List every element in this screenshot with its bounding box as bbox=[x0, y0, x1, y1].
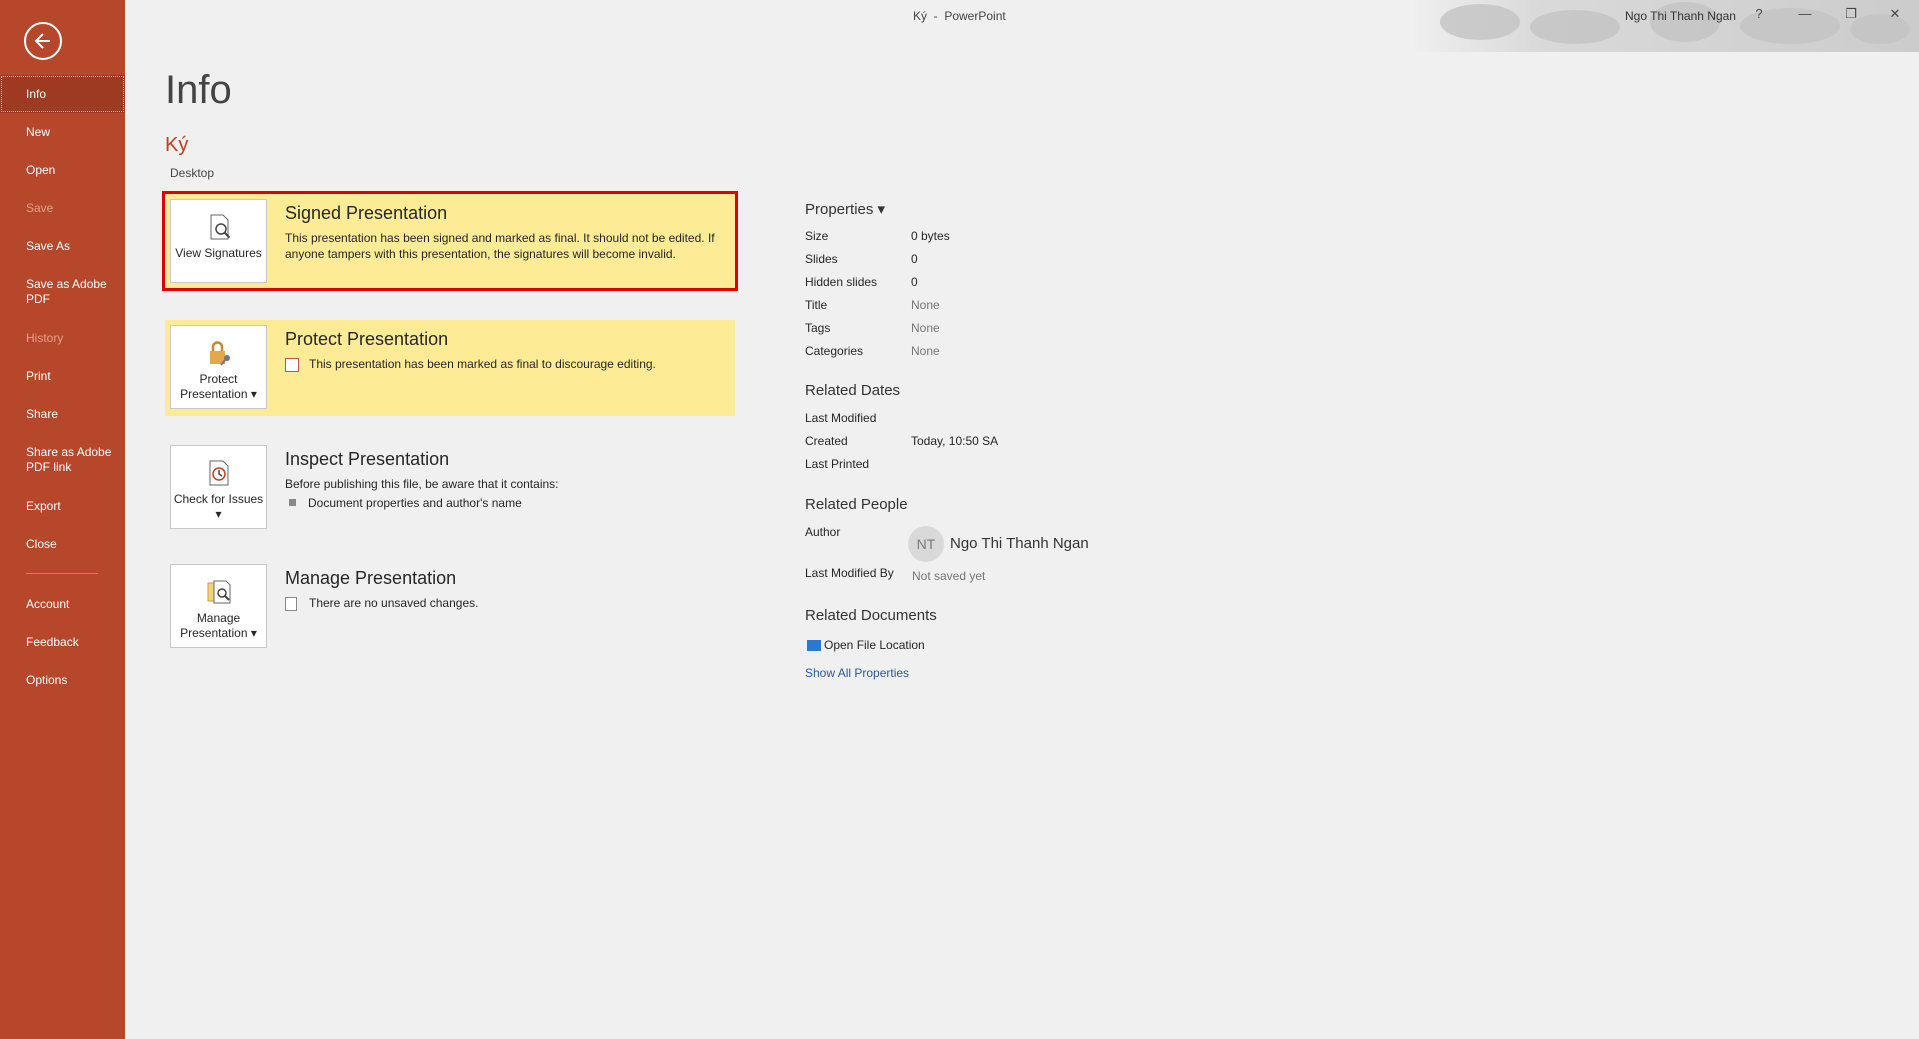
page-title: Info bbox=[165, 68, 232, 112]
tags-label: Tags bbox=[805, 321, 831, 335]
nav-item-print[interactable]: Print bbox=[0, 369, 125, 384]
close-window-button[interactable]: ✕ bbox=[1885, 6, 1905, 24]
inspect-bullet-text: Document properties and author's name bbox=[308, 496, 522, 510]
avatar[interactable]: NT bbox=[908, 526, 944, 562]
title-value[interactable]: None bbox=[911, 298, 940, 312]
hidden-slides-value: 0 bbox=[911, 275, 918, 289]
author-label: Author bbox=[805, 525, 841, 539]
signature-magnifier-icon bbox=[210, 214, 230, 240]
nav-item-open[interactable]: Open bbox=[0, 163, 125, 178]
size-label: Size bbox=[805, 229, 829, 243]
nav-item-history[interactable]: History bbox=[0, 331, 125, 346]
protect-presentation-section: Protect Presentation ▾ Protect Presentat… bbox=[165, 320, 735, 416]
size-value: 0 bytes bbox=[911, 229, 950, 243]
inspect-presentation-description: Before publishing this file, be aware th… bbox=[285, 476, 725, 511]
nav-item-share-adobe-pdf-link[interactable]: Share as Adobe PDF link bbox=[0, 445, 115, 475]
nav-item-info[interactable]: Info bbox=[0, 75, 125, 113]
back-arrow-icon bbox=[34, 33, 50, 49]
nav-item-save-as[interactable]: Save As bbox=[0, 239, 125, 254]
slides-value: 0 bbox=[911, 252, 918, 266]
check-for-issues-label: Check for Issues ▾ bbox=[173, 492, 264, 521]
signed-in-user[interactable]: Ngo Thi Thanh Ngan bbox=[1625, 9, 1736, 23]
view-signatures-label: View Signatures bbox=[175, 246, 262, 260]
back-button[interactable] bbox=[24, 22, 62, 60]
help-button[interactable]: ? bbox=[1749, 6, 1769, 24]
nav-item-close[interactable]: Close bbox=[0, 537, 125, 552]
lock-key-icon bbox=[209, 341, 230, 366]
window-title: Ký - PowerPoint bbox=[913, 9, 1006, 23]
related-documents-heading: Related Documents bbox=[805, 607, 937, 624]
inspect-presentation-section: Check for Issues ▾ Inspect Presentation … bbox=[165, 440, 735, 536]
protect-presentation-label: Protect Presentation ▾ bbox=[180, 372, 257, 401]
nav-item-account[interactable]: Account bbox=[0, 597, 125, 612]
open-file-location-link[interactable]: Open File Location bbox=[807, 638, 925, 652]
file-location: Desktop bbox=[170, 166, 215, 180]
properties-heading[interactable]: Properties ▾ bbox=[805, 200, 885, 218]
signed-presentation-description: This presentation has been signed and ma… bbox=[285, 231, 715, 261]
marked-final-icon bbox=[285, 357, 299, 372]
hidden-slides-label: Hidden slides bbox=[805, 275, 878, 289]
manage-presentation-button[interactable]: Manage Presentation ▾ bbox=[170, 564, 267, 648]
nav-item-feedback[interactable]: Feedback bbox=[0, 635, 125, 650]
file-name: Ký bbox=[165, 134, 189, 156]
tags-value[interactable]: None bbox=[911, 321, 940, 335]
nav-separator bbox=[26, 573, 98, 574]
check-document-icon bbox=[209, 460, 228, 486]
signed-presentation-title: Signed Presentation bbox=[285, 203, 448, 223]
last-modified-by-value: Not saved yet bbox=[912, 569, 986, 583]
categories-label: Categories bbox=[805, 344, 864, 358]
signed-presentation-section: View Signatures Signed Presentation This… bbox=[162, 191, 738, 291]
created-value: Today, 10:50 SA bbox=[911, 434, 999, 448]
title-label: Title bbox=[805, 298, 828, 312]
manage-presentation-description: There are no unsaved changes. bbox=[285, 595, 725, 611]
manage-presentation-title: Manage Presentation bbox=[285, 568, 457, 588]
last-modified-label: Last Modified bbox=[805, 411, 877, 425]
nav-item-export[interactable]: Export bbox=[0, 499, 125, 514]
document-icon bbox=[285, 596, 297, 611]
protect-presentation-title: Protect Presentation bbox=[285, 329, 449, 349]
minimize-button[interactable]: — bbox=[1795, 6, 1815, 24]
open-file-location-label: Open File Location bbox=[824, 638, 925, 652]
restore-button[interactable]: ❐ bbox=[1841, 6, 1861, 24]
backstage-nav: Info New Open Save Save As Save as Adobe… bbox=[0, 0, 125, 1039]
folder-icon bbox=[807, 640, 821, 652]
author-name[interactable]: Ngo Thi Thanh Ngan bbox=[950, 535, 1089, 552]
created-label: Created bbox=[805, 434, 848, 448]
related-people-heading: Related People bbox=[805, 496, 908, 513]
categories-value[interactable]: None bbox=[911, 344, 940, 358]
bullet-icon bbox=[289, 499, 296, 507]
view-signatures-button[interactable]: View Signatures bbox=[170, 199, 267, 283]
protect-presentation-button[interactable]: Protect Presentation ▾ bbox=[170, 325, 267, 409]
protect-presentation-text: This presentation has been marked as fin… bbox=[309, 357, 656, 371]
inspect-intro: Before publishing this file, be aware th… bbox=[285, 477, 559, 491]
related-dates-heading: Related Dates bbox=[805, 382, 901, 399]
show-all-properties-link[interactable]: Show All Properties bbox=[805, 666, 909, 680]
nav-item-save[interactable]: Save bbox=[0, 201, 125, 216]
manage-presentation-text: There are no unsaved changes. bbox=[309, 596, 479, 610]
nav-item-share[interactable]: Share bbox=[0, 407, 125, 422]
nav-item-new[interactable]: New bbox=[0, 125, 125, 140]
nav-item-options[interactable]: Options bbox=[0, 673, 125, 688]
manage-versions-icon bbox=[207, 580, 230, 604]
last-printed-label: Last Printed bbox=[805, 457, 870, 471]
last-modified-by-label: Last Modified By bbox=[805, 566, 894, 580]
manage-presentation-label: Manage Presentation ▾ bbox=[180, 611, 257, 640]
slides-label: Slides bbox=[805, 252, 838, 266]
inspect-bullet: Document properties and author's name bbox=[285, 495, 725, 511]
inspect-presentation-title: Inspect Presentation bbox=[285, 449, 450, 469]
nav-item-save-as-adobe-pdf[interactable]: Save as Adobe PDF bbox=[0, 277, 115, 307]
protect-presentation-description: This presentation has been marked as fin… bbox=[285, 356, 725, 372]
manage-presentation-section: Manage Presentation ▾ Manage Presentatio… bbox=[165, 559, 735, 655]
check-for-issues-button[interactable]: Check for Issues ▾ bbox=[170, 445, 267, 529]
